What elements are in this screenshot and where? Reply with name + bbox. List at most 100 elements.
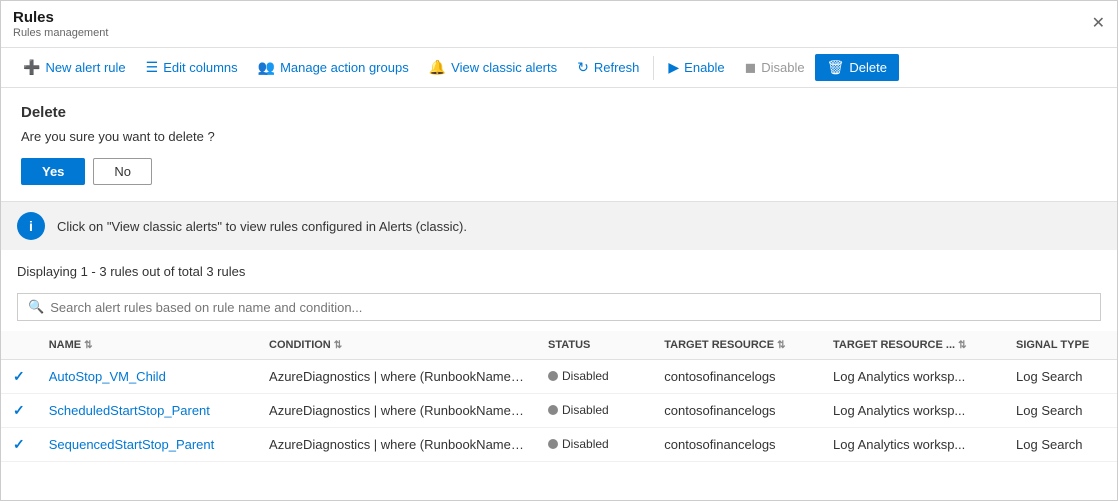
row-signal-type: Log Search: [1004, 360, 1117, 394]
yes-button[interactable]: Yes: [21, 158, 85, 185]
enable-button[interactable]: ▶ Enable: [658, 54, 734, 81]
status-dot-icon: [548, 439, 558, 449]
th-target-resource-type: TARGET RESOURCE ... ⇅: [821, 331, 1004, 360]
no-button[interactable]: No: [93, 158, 152, 185]
search-icon: 🔍: [28, 299, 44, 315]
trash-icon: 🗑: [827, 59, 845, 76]
status-badge: Disabled: [548, 369, 609, 383]
bell-icon: 🔔: [429, 59, 446, 76]
manage-action-groups-label: Manage action groups: [280, 60, 409, 75]
new-alert-label: New alert rule: [45, 60, 125, 75]
row-signal-type: Log Search: [1004, 394, 1117, 428]
rule-name-link[interactable]: AutoStop_VM_Child: [49, 369, 166, 384]
play-icon: ▶: [668, 59, 679, 76]
plus-icon: ➕: [23, 59, 40, 76]
toolbar: ➕ New alert rule ☰ Edit columns 👥 Manage…: [1, 48, 1117, 88]
search-input-wrap[interactable]: 🔍: [17, 293, 1101, 321]
edit-columns-label: Edit columns: [163, 60, 237, 75]
th-condition: CONDITION ⇅: [257, 331, 536, 360]
rules-table: NAME ⇅ CONDITION ⇅ STATUS: [1, 331, 1117, 462]
th-check: [1, 331, 37, 360]
th-target-resource: TARGET RESOURCE ⇅: [652, 331, 821, 360]
delete-actions: Yes No: [21, 158, 1097, 185]
name-sort-icon[interactable]: ⇅: [84, 340, 92, 351]
th-name-label: NAME: [49, 339, 81, 351]
rule-name-link[interactable]: SequencedStartStop_Parent: [49, 437, 215, 452]
row-condition: AzureDiagnostics | where (RunbookName_s …: [257, 428, 536, 462]
info-banner: i Click on "View classic alerts" to view…: [1, 202, 1117, 250]
th-name: NAME ⇅: [37, 331, 257, 360]
status-text: Disabled: [562, 369, 609, 383]
view-classic-alerts-button[interactable]: 🔔 View classic alerts: [419, 54, 567, 81]
separator-1: [653, 56, 654, 80]
disable-button[interactable]: ◼ Disable: [735, 54, 815, 81]
summary-bar: Displaying 1 - 3 rules out of total 3 ru…: [1, 250, 1117, 287]
search-input[interactable]: [50, 300, 1090, 315]
status-text: Disabled: [562, 437, 609, 451]
condition-sort-icon[interactable]: ⇅: [334, 340, 342, 351]
refresh-label: Refresh: [594, 60, 640, 75]
target-sort-icon[interactable]: ⇅: [777, 340, 785, 351]
row-check[interactable]: ✓: [1, 428, 37, 462]
check-mark-icon: ✓: [13, 368, 25, 384]
close-button[interactable]: ✕: [1092, 16, 1105, 32]
row-condition: AzureDiagnostics | where (RunbookName_s …: [257, 394, 536, 428]
row-target-resource: contosofinancelogs: [652, 360, 821, 394]
manage-action-groups-button[interactable]: 👥 Manage action groups: [248, 54, 419, 81]
refresh-icon: ↻: [577, 59, 589, 76]
row-name: ScheduledStartStop_Parent: [37, 394, 257, 428]
check-mark-icon: ✓: [13, 402, 25, 418]
stop-icon: ◼: [745, 59, 757, 76]
new-alert-rule-button[interactable]: ➕ New alert rule: [13, 54, 136, 81]
refresh-button[interactable]: ↻ Refresh: [567, 54, 649, 81]
row-check[interactable]: ✓: [1, 394, 37, 428]
target-type-sort-icon[interactable]: ⇅: [958, 340, 966, 351]
delete-panel: Delete Are you sure you want to delete ?…: [1, 88, 1117, 202]
delete-question: Are you sure you want to delete ?: [21, 129, 1097, 144]
status-text: Disabled: [562, 403, 609, 417]
disable-label: Disable: [761, 60, 804, 75]
status-badge: Disabled: [548, 403, 609, 417]
table-row: ✓ SequencedStartStop_Parent AzureDiagnos…: [1, 428, 1117, 462]
table-header-row: NAME ⇅ CONDITION ⇅ STATUS: [1, 331, 1117, 360]
delete-label: Delete: [849, 60, 887, 75]
status-dot-icon: [548, 405, 558, 415]
row-target-resource-type: Log Analytics worksp...: [821, 428, 1004, 462]
title-bar: Rules Rules management ✕: [1, 1, 1117, 48]
title-group: Rules Rules management: [13, 9, 108, 39]
table-row: ✓ AutoStop_VM_Child AzureDiagnostics | w…: [1, 360, 1117, 394]
delete-title: Delete: [21, 104, 1097, 121]
row-condition: AzureDiagnostics | where (RunbookName_s …: [257, 360, 536, 394]
row-target-resource-type: Log Analytics worksp...: [821, 360, 1004, 394]
edit-columns-button[interactable]: ☰ Edit columns: [136, 54, 248, 81]
columns-icon: ☰: [146, 59, 159, 76]
row-check[interactable]: ✓: [1, 360, 37, 394]
enable-label: Enable: [684, 60, 724, 75]
status-badge: Disabled: [548, 437, 609, 451]
delete-button[interactable]: 🗑 Delete: [815, 54, 899, 81]
row-name: AutoStop_VM_Child: [37, 360, 257, 394]
info-icon: i: [17, 212, 45, 240]
row-target-resource: contosofinancelogs: [652, 428, 821, 462]
th-target-resource-type-label: TARGET RESOURCE ...: [833, 339, 955, 351]
row-target-resource: contosofinancelogs: [652, 394, 821, 428]
window-title: Rules: [13, 9, 108, 26]
people-icon: 👥: [258, 59, 275, 76]
row-name: SequencedStartStop_Parent: [37, 428, 257, 462]
row-status: Disabled: [536, 428, 652, 462]
th-status: STATUS: [536, 331, 652, 360]
status-dot-icon: [548, 371, 558, 381]
row-target-resource-type: Log Analytics worksp...: [821, 394, 1004, 428]
rules-window: Rules Rules management ✕ ➕ New alert rul…: [0, 0, 1118, 501]
check-mark-icon: ✓: [13, 436, 25, 452]
search-bar: 🔍: [1, 287, 1117, 331]
row-signal-type: Log Search: [1004, 428, 1117, 462]
th-target-resource-label: TARGET RESOURCE: [664, 339, 774, 351]
th-signal-type: SIGNAL TYPE: [1004, 331, 1117, 360]
rule-name-link[interactable]: ScheduledStartStop_Parent: [49, 403, 210, 418]
th-signal-type-label: SIGNAL TYPE: [1016, 339, 1089, 351]
row-status: Disabled: [536, 360, 652, 394]
th-condition-label: CONDITION: [269, 339, 331, 351]
row-status: Disabled: [536, 394, 652, 428]
window-subtitle: Rules management: [13, 27, 108, 39]
